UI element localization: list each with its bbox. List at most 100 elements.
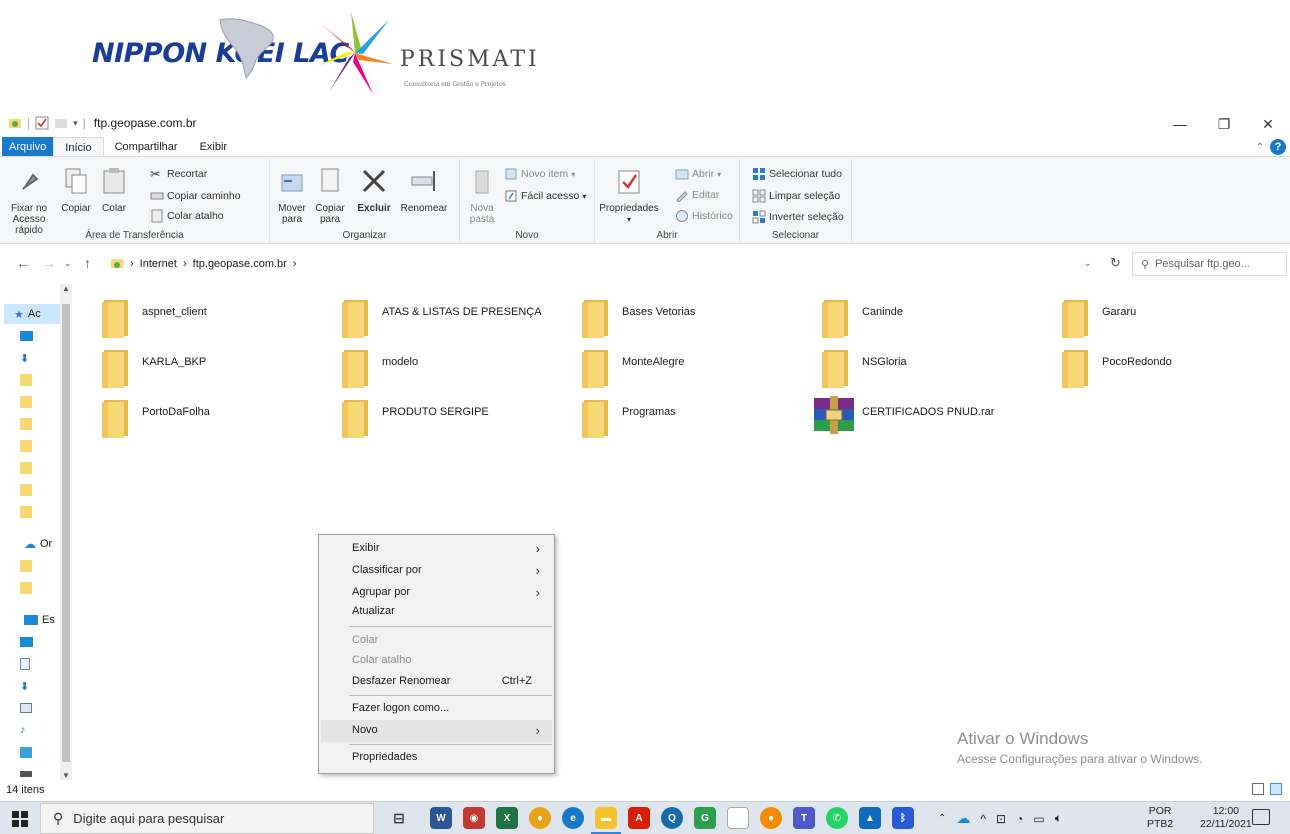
show-hidden-icons-icon[interactable]: ^ <box>980 812 986 826</box>
file-explorer-app-icon[interactable]: ▬ <box>591 807 621 834</box>
nav-scrollbar-thumb[interactable] <box>62 304 70 762</box>
up-arrow-icon[interactable]: ↑ <box>84 255 91 271</box>
scroll-down-icon[interactable]: ▼ <box>62 771 70 780</box>
wifi-icon[interactable]: ◔ <box>1016 812 1023 826</box>
folder-item[interactable]: Caninde <box>810 292 1040 340</box>
green-app-icon[interactable]: G <box>694 807 716 829</box>
word-app-icon[interactable]: W <box>430 807 452 829</box>
close-button[interactable]: ✕ <box>1246 111 1290 137</box>
easy-access-button[interactable]: Fácil acesso ▾ <box>504 189 586 203</box>
bluetooth-app-icon[interactable]: ᛒ <box>892 807 914 829</box>
edge-app-icon[interactable]: e <box>562 807 584 829</box>
pin-quick-access-button[interactable]: Fixar no Acesso rápido <box>4 163 54 236</box>
address-bar[interactable]: › Internet › ftp.geopase.com.br › <box>110 253 1100 275</box>
onedrive-tray-icon[interactable]: ☁ <box>956 810 970 827</box>
back-arrow-icon[interactable]: ← <box>16 255 30 271</box>
whatsapp-app-icon[interactable]: ✆ <box>826 807 848 829</box>
tab-inicio[interactable]: Início <box>53 137 104 157</box>
menu-item-paste[interactable]: Colar <box>321 630 552 652</box>
rar-file-item[interactable]: CERTIFICADOS PNUD.rar <box>810 392 1040 440</box>
nav-item[interactable] <box>20 480 32 500</box>
new-folder-quick-icon[interactable] <box>54 116 68 130</box>
browser-app-icon[interactable]: ● <box>760 807 782 829</box>
nav-item[interactable]: ♪ <box>20 720 26 740</box>
copy-button[interactable]: Copiar <box>58 163 94 214</box>
qgis-app-icon[interactable]: Q <box>661 807 683 829</box>
nav-item[interactable] <box>20 632 33 652</box>
taskbar-search-input[interactable]: ⚲ Digite aqui para pesquisar <box>40 803 374 834</box>
nav-item[interactable] <box>20 742 32 762</box>
edit-button[interactable]: Editar <box>675 188 719 202</box>
forward-arrow-icon[interactable]: → <box>42 255 56 271</box>
properties-check-icon[interactable] <box>35 116 49 130</box>
tab-arquivo[interactable]: Arquivo <box>2 137 54 157</box>
notepad-app-icon[interactable] <box>727 807 749 829</box>
nav-item[interactable] <box>20 578 32 598</box>
history-button[interactable]: Histórico <box>675 209 733 223</box>
paste-shortcut-button[interactable]: Colar atalho <box>150 209 224 223</box>
search-input[interactable]: ⚲ Pesquisar ftp.geo... <box>1132 252 1287 276</box>
refresh-icon[interactable]: ↻ <box>1110 255 1121 271</box>
menu-item-undo-rename[interactable]: Desfazer Renomear Ctrl+Z <box>321 671 552 693</box>
battery-icon[interactable]: ▭ <box>1033 812 1044 826</box>
nav-item[interactable] <box>20 654 30 674</box>
move-to-button[interactable]: Mover para <box>274 163 310 225</box>
quick-access-dropdown-icon[interactable]: ▾ <box>73 118 78 129</box>
menu-item-sort[interactable]: Classificar por › <box>321 560 552 582</box>
menu-item-refresh[interactable]: Atualizar <box>321 601 552 623</box>
arcgis-app-icon[interactable]: ◉ <box>463 807 485 829</box>
menu-item-new[interactable]: Novo › <box>321 720 552 742</box>
folder-item[interactable]: modelo <box>330 342 560 390</box>
language-indicator[interactable]: POR PTB2 <box>1147 805 1173 831</box>
ribbon-collapse-icon[interactable]: ⌃ <box>1256 142 1264 153</box>
nav-item[interactable]: ⬇ <box>20 348 29 368</box>
teams-app-icon[interactable]: T <box>793 807 815 829</box>
minimize-button[interactable]: — <box>1158 111 1202 137</box>
excel-app-icon[interactable]: X <box>496 807 518 829</box>
notification-center-icon[interactable] <box>1252 809 1270 825</box>
nav-item[interactable] <box>20 370 32 390</box>
menu-item-properties[interactable]: Propriedades <box>321 747 552 769</box>
tray-overflow-icon[interactable]: ⌃ <box>938 813 946 824</box>
nav-item[interactable] <box>20 502 32 522</box>
properties-button[interactable]: Propriedades ▾ <box>599 163 659 225</box>
acrobat-app-icon[interactable]: A <box>628 807 650 829</box>
network-icon[interactable]: ⊡ <box>996 812 1006 826</box>
select-all-button[interactable]: Selecionar tudo <box>752 167 842 181</box>
nav-item[interactable] <box>20 392 32 412</box>
task-view-icon[interactable]: ⊟ <box>388 807 410 829</box>
tab-exibir[interactable]: Exibir <box>189 137 239 157</box>
nav-item[interactable] <box>20 436 32 456</box>
folder-item[interactable]: Gararu <box>1050 292 1280 340</box>
nav-onedrive[interactable]: ☁ Or <box>24 534 52 554</box>
large-icons-view-icon[interactable] <box>1270 783 1282 795</box>
tab-compartilhar[interactable]: Compartilhar <box>104 137 189 157</box>
folder-item[interactable]: PRODUTO SERGIPE <box>330 392 560 440</box>
nav-item[interactable] <box>20 414 32 434</box>
photos-app-icon[interactable]: ▲ <box>859 807 881 829</box>
folder-item[interactable]: PocoRedondo <box>1050 342 1280 390</box>
invert-selection-button[interactable]: Inverter seleção <box>752 210 844 224</box>
volume-icon[interactable]: 🔈︎ <box>1055 811 1062 826</box>
breadcrumb-internet[interactable]: Internet <box>140 258 177 270</box>
restore-button[interactable]: ❐ <box>1202 111 1246 137</box>
recent-locations-chevron-icon[interactable]: ⌄ <box>64 258 72 269</box>
menu-item-paste-shortcut[interactable]: Colar atalho <box>321 650 552 672</box>
scroll-up-icon[interactable]: ▲ <box>62 284 70 293</box>
select-none-button[interactable]: Limpar seleção <box>752 189 840 203</box>
new-item-button[interactable]: Novo item ▾ <box>504 167 575 181</box>
cut-button[interactable]: ✂ Recortar <box>150 167 207 181</box>
delete-button[interactable]: Excluir <box>354 163 394 214</box>
start-button[interactable] <box>0 802 40 834</box>
open-button[interactable]: Abrir ▾ <box>675 167 721 181</box>
copy-path-button[interactable]: Copiar caminho <box>150 189 241 203</box>
nav-quick-access[interactable]: ★ Ac <box>4 304 60 324</box>
folder-item[interactable]: PortoDaFolha <box>90 392 320 440</box>
taskbar-clock[interactable]: 12:00 22/11/2021 <box>1200 805 1252 831</box>
nav-item[interactable] <box>20 556 32 576</box>
nav-this-pc[interactable]: Es <box>24 610 55 630</box>
nav-item[interactable] <box>20 326 33 346</box>
menu-item-view[interactable]: Exibir › <box>321 538 552 560</box>
details-view-icon[interactable] <box>1252 783 1264 795</box>
breadcrumb-ftp[interactable]: ftp.geopase.com.br <box>193 258 287 270</box>
